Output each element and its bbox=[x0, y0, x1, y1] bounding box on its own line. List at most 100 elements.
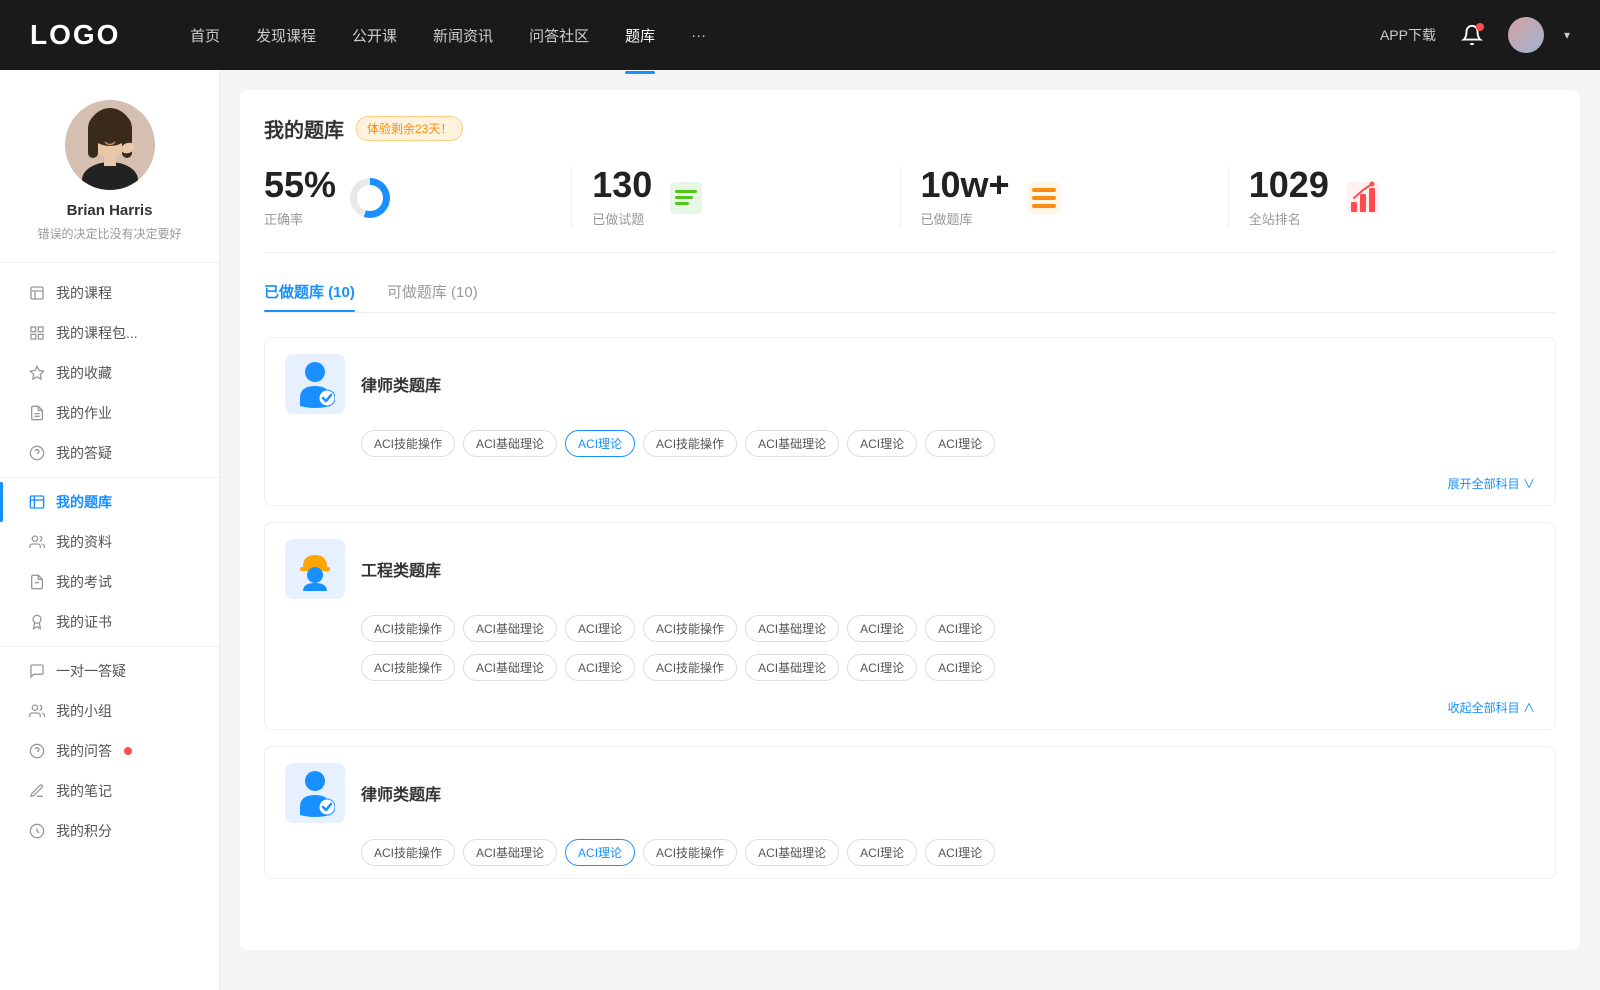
sidebar-item-points[interactable]: 我的积分 bbox=[0, 811, 219, 851]
bank-tag[interactable]: ACI理论 bbox=[925, 615, 995, 642]
stat-value-banks: 10w+ bbox=[921, 167, 1010, 203]
tab-available-banks[interactable]: 可做题库 (10) bbox=[387, 281, 478, 312]
sidebar-item-oneonone[interactable]: 一对一答疑 bbox=[0, 651, 219, 691]
sidebar-item-homework[interactable]: 我的作业 bbox=[0, 393, 219, 433]
sidebar-label-homework: 我的作业 bbox=[56, 403, 112, 423]
sidebar-item-my-questions[interactable]: 我的问答 bbox=[0, 731, 219, 771]
nav-links: 首页 发现课程 公开课 新闻资讯 问答社区 题库 ··· bbox=[190, 21, 1380, 50]
stat-value-rank: 1029 bbox=[1249, 167, 1329, 203]
sidebar-label-exams: 我的考试 bbox=[56, 572, 112, 592]
nav-link-news[interactable]: 新闻资讯 bbox=[433, 21, 493, 50]
user-menu-arrow[interactable]: ▾ bbox=[1564, 28, 1570, 42]
profile-info-icon bbox=[28, 533, 46, 551]
nav-link-more[interactable]: ··· bbox=[691, 23, 706, 48]
sidebar-label-favorites: 我的收藏 bbox=[56, 363, 112, 383]
sidebar-item-packages[interactable]: 我的课程包... bbox=[0, 313, 219, 353]
done-questions-icon bbox=[666, 178, 706, 218]
navbar: LOGO 首页 发现课程 公开课 新闻资讯 问答社区 题库 ··· APP下载 … bbox=[0, 0, 1600, 70]
page-layout: Brian Harris 错误的决定比没有决定要好 我的课程 我的课程包... bbox=[0, 70, 1600, 990]
sidebar-label-certs: 我的证书 bbox=[56, 612, 112, 632]
sidebar-label-packages: 我的课程包... bbox=[56, 323, 138, 343]
bank-tag[interactable]: ACI技能操作 bbox=[643, 839, 737, 866]
bank-footer-lawyer-1: 展开全部科目 ∨ bbox=[265, 469, 1555, 505]
bank-tag[interactable]: ACI理论 bbox=[847, 839, 917, 866]
bank-card-lawyer-1: 律师类题库 ACI技能操作 ACI基础理论 ACI理论 ACI技能操作 ACI基… bbox=[264, 337, 1556, 506]
bank-tag[interactable]: ACI理论 bbox=[925, 654, 995, 681]
bank-tag[interactable]: ACI基础理论 bbox=[745, 615, 839, 642]
sidebar-label-notes: 我的笔记 bbox=[56, 781, 112, 801]
my-questions-red-dot bbox=[124, 747, 132, 755]
sidebar-menu: 我的课程 我的课程包... 我的收藏 我的作业 bbox=[0, 263, 219, 861]
sidebar-item-profile-info[interactable]: 我的资料 bbox=[0, 522, 219, 562]
notification-dot bbox=[1476, 23, 1484, 31]
bank-tag[interactable]: ACI理论 bbox=[847, 654, 917, 681]
sidebar-item-notes[interactable]: 我的笔记 bbox=[0, 771, 219, 811]
sidebar-item-certs[interactable]: 我的证书 bbox=[0, 602, 219, 642]
page-header: 我的题库 体验剩余23天！ bbox=[264, 114, 1556, 143]
bank-tag[interactable]: ACI基础理论 bbox=[745, 839, 839, 866]
sidebar-label-questionbank: 我的题库 bbox=[56, 492, 112, 512]
bank-tag[interactable]: ACI基础理论 bbox=[745, 430, 839, 457]
stat-value-correctrate: 55% bbox=[264, 167, 336, 203]
bank-tag[interactable]: ACI理论 bbox=[925, 839, 995, 866]
sidebar-item-favorites[interactable]: 我的收藏 bbox=[0, 353, 219, 393]
sidebar-label-profile-info: 我的资料 bbox=[56, 532, 112, 552]
app-download-button[interactable]: APP下载 bbox=[1380, 25, 1436, 45]
notification-bell[interactable] bbox=[1456, 19, 1488, 51]
sidebar-item-questionbank[interactable]: 我的题库 bbox=[0, 482, 219, 522]
sidebar-profile: Brian Harris 错误的决定比没有决定要好 bbox=[0, 70, 219, 263]
nav-link-opencourse[interactable]: 公开课 bbox=[352, 21, 397, 50]
bank-tags-lawyer-1: ACI技能操作 ACI基础理论 ACI理论 ACI技能操作 ACI基础理论 AC… bbox=[265, 430, 1555, 469]
engineer-bank-icon bbox=[285, 539, 345, 599]
bank-tag[interactable]: ACI理论 bbox=[565, 654, 635, 681]
bank-card-header-lawyer-1: 律师类题库 bbox=[265, 338, 1555, 430]
nav-logo[interactable]: LOGO bbox=[30, 19, 130, 51]
tab-done-banks[interactable]: 已做题库 (10) bbox=[264, 281, 355, 312]
profile-motto: 错误的决定比没有决定要好 bbox=[37, 225, 181, 242]
nav-link-discover[interactable]: 发现课程 bbox=[256, 21, 316, 50]
sidebar-item-exams[interactable]: 我的考试 bbox=[0, 562, 219, 602]
sidebar-divider-1 bbox=[0, 477, 219, 478]
stat-rank: 1029 全站排名 bbox=[1229, 167, 1556, 228]
bank-tag[interactable]: ACI基础理论 bbox=[463, 615, 557, 642]
sidebar-item-courses[interactable]: 我的课程 bbox=[0, 273, 219, 313]
bank-tag[interactable]: ACI基础理论 bbox=[463, 654, 557, 681]
nav-link-qa[interactable]: 问答社区 bbox=[529, 21, 589, 50]
collapse-link-engineer[interactable]: 收起全部科目 ∧ bbox=[1448, 701, 1535, 715]
bank-tag[interactable]: ACI理论 bbox=[925, 430, 995, 457]
lawyer-bank-icon bbox=[285, 354, 345, 414]
sidebar-item-qa[interactable]: 我的答疑 bbox=[0, 433, 219, 473]
bank-tag[interactable]: ACI技能操作 bbox=[643, 430, 737, 457]
stat-done-banks: 10w+ 已做题库 bbox=[901, 167, 1229, 228]
sidebar-item-groups[interactable]: 我的小组 bbox=[0, 691, 219, 731]
stat-label-rank: 全站排名 bbox=[1249, 209, 1329, 228]
bank-tag[interactable]: ACI技能操作 bbox=[643, 615, 737, 642]
bank-tag[interactable]: ACI理论 bbox=[847, 430, 917, 457]
groups-icon bbox=[28, 702, 46, 720]
bank-tag[interactable]: ACI技能操作 bbox=[361, 615, 455, 642]
bank-tags-lawyer-2: ACI技能操作 ACI基础理论 ACI理论 ACI技能操作 ACI基础理论 AC… bbox=[265, 839, 1555, 878]
profile-avatar bbox=[65, 100, 155, 190]
stat-label-banks: 已做题库 bbox=[921, 209, 1010, 228]
bank-tags-engineer-row2: ACI技能操作 ACI基础理论 ACI理论 ACI技能操作 ACI基础理论 AC… bbox=[265, 654, 1555, 693]
bank-tag[interactable]: ACI基础理论 bbox=[463, 430, 557, 457]
nav-link-questionbank[interactable]: 题库 bbox=[625, 21, 655, 50]
bank-tag[interactable]: ACI技能操作 bbox=[643, 654, 737, 681]
bank-tag-active[interactable]: ACI理论 bbox=[565, 839, 635, 866]
bank-tag[interactable]: ACI基础理论 bbox=[463, 839, 557, 866]
bank-tag[interactable]: ACI理论 bbox=[565, 615, 635, 642]
user-avatar[interactable] bbox=[1508, 17, 1544, 53]
bank-tag[interactable]: ACI理论 bbox=[847, 615, 917, 642]
bank-tag-active[interactable]: ACI理论 bbox=[565, 430, 635, 457]
bank-tag[interactable]: ACI基础理论 bbox=[745, 654, 839, 681]
bank-tags-engineer-row1: ACI技能操作 ACI基础理论 ACI理论 ACI技能操作 ACI基础理论 AC… bbox=[265, 615, 1555, 654]
bank-tag[interactable]: ACI技能操作 bbox=[361, 839, 455, 866]
bank-tag[interactable]: ACI技能操作 bbox=[361, 430, 455, 457]
sidebar-label-courses: 我的课程 bbox=[56, 283, 112, 303]
qa-icon bbox=[28, 444, 46, 462]
bank-tag[interactable]: ACI技能操作 bbox=[361, 654, 455, 681]
profile-name: Brian Harris bbox=[67, 202, 153, 219]
stat-text-done: 130 已做试题 bbox=[592, 167, 652, 228]
expand-link-lawyer-1[interactable]: 展开全部科目 ∨ bbox=[1448, 477, 1535, 491]
nav-link-home[interactable]: 首页 bbox=[190, 21, 220, 50]
